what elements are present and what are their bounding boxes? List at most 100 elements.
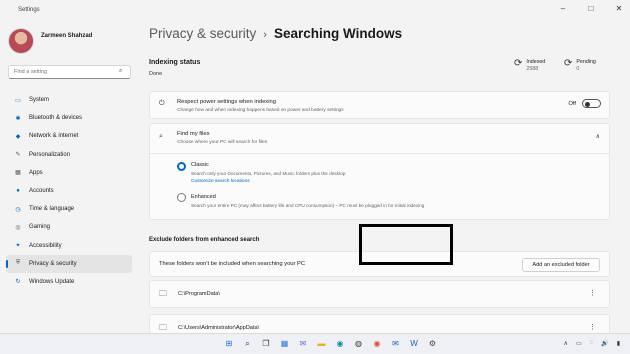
taskbar: ⊞ ⌕ ❐ ▦ ✉ ▬ ◉ ◍ ◉ ✉ W ⚙ ∧ ▭ ◌ 🔊 ▮ <box>0 333 630 354</box>
system-tray: ∧ ▭ ◌ 🔊 ▮ <box>564 340 620 347</box>
taskbar-icons: ⊞ ⌕ ❐ ▦ ✉ ▬ ◉ ◍ ◉ ✉ W ⚙ <box>222 337 440 351</box>
display-icon[interactable]: ▭ <box>576 340 582 347</box>
chevron-up-icon[interactable]: ∧ <box>596 133 600 140</box>
app-title: Settings <box>18 7 40 13</box>
sidebar-item-label: Windows Update <box>29 278 75 285</box>
profile-name: Zarmeen Shahzad <box>41 33 93 39</box>
find-my-files-title: Find my files <box>177 131 210 137</box>
accessibility-icon: ✦ <box>15 243 21 250</box>
window-controls: – □ ✕ <box>558 4 624 14</box>
sidebar-item-label: Network & internet <box>29 133 79 140</box>
pending-value: 0 <box>576 66 580 72</box>
user-profile[interactable]: Zarmeen Shahzad <box>8 28 92 54</box>
highlight-box <box>359 224 453 265</box>
indexing-status-title: Indexing status <box>149 59 201 66</box>
monitor-icon: ▭ <box>15 97 21 104</box>
sidebar-item-gaming[interactable]: ◎ Gaming <box>6 218 132 236</box>
sidebar-item-personalization[interactable]: ✎ Personalization <box>6 146 132 164</box>
sidebar-nav: ▭ System ✱ Bluetooth & devices ◆ Network… <box>6 91 132 291</box>
sidebar-item-label: Apps <box>29 169 43 176</box>
sidebar-item-system[interactable]: ▭ System <box>6 91 132 109</box>
more-options-icon[interactable]: ⋮ <box>589 289 596 297</box>
search-icon[interactable]: ⌕ <box>119 68 122 75</box>
enhanced-radio[interactable] <box>177 193 186 202</box>
settings-icon[interactable]: ⚙ <box>426 337 440 351</box>
toggle-state-label: Off <box>568 101 576 107</box>
settings-window: Settings – □ ✕ Zarmeen Shahzad ⌕ ▭ Syste… <box>0 0 630 342</box>
sidebar-item-network[interactable]: ◆ Network & internet <box>6 127 132 145</box>
sidebar-item-bluetooth[interactable]: ✱ Bluetooth & devices <box>6 109 132 127</box>
breadcrumb-separator: › <box>263 29 267 41</box>
avatar <box>8 28 34 54</box>
edge-icon[interactable]: ◉ <box>333 337 347 351</box>
minimize-icon[interactable]: – <box>558 4 568 14</box>
add-excluded-folder-button[interactable]: Add an excluded folder <box>522 258 600 272</box>
sidebar: Zarmeen Shahzad ⌕ ▭ System ✱ Bluetooth &… <box>0 20 138 333</box>
battery-icon[interactable]: ▮ <box>617 340 620 347</box>
brush-icon: ✎ <box>15 152 21 159</box>
power-icon: ⏻ <box>159 100 165 107</box>
wifi-icon[interactable]: ◌ <box>590 340 594 347</box>
widgets-icon[interactable]: ▦ <box>278 337 292 351</box>
page-title: Searching Windows <box>273 26 403 41</box>
power-settings-card: ⏻ Respect power settings when indexing C… <box>149 91 610 119</box>
power-settings-toggle[interactable] <box>582 99 601 108</box>
sidebar-item-apps[interactable]: ▦ Apps <box>6 164 132 182</box>
classic-radio[interactable] <box>177 162 186 171</box>
clock-globe-icon: ◷ <box>15 206 21 213</box>
breadcrumb-parent[interactable]: Privacy & security <box>149 26 256 41</box>
find-my-files-subtitle: Choose where your PC will search for fil… <box>177 140 268 145</box>
sidebar-item-label: Gaming <box>29 224 51 231</box>
customize-search-locations-link[interactable]: Customize search locations <box>191 179 250 184</box>
store-icon[interactable]: ◍ <box>352 337 366 351</box>
folder-icon: 🗀 <box>159 289 167 298</box>
sidebar-item-time-language[interactable]: ◷ Time & language <box>6 200 132 218</box>
toggle-knob <box>585 101 590 107</box>
close-icon[interactable]: ✕ <box>614 4 624 14</box>
sidebar-item-windows-update[interactable]: ↻ Windows Update <box>6 273 132 291</box>
update-icon: ↻ <box>15 279 21 286</box>
indexed-value: 2588 <box>526 66 539 72</box>
sidebar-item-label: Accessibility <box>29 242 62 249</box>
indexed-stat: ⟳ Indexed 2588 <box>514 59 545 73</box>
search-icon[interactable]: ⌕ <box>241 337 255 351</box>
show-hidden-icons-icon[interactable]: ∧ <box>564 340 568 347</box>
sidebar-item-label: System <box>29 97 50 104</box>
search-input[interactable] <box>8 65 131 79</box>
apps-icon: ▦ <box>15 170 21 177</box>
shield-icon: ⛨ <box>15 260 21 267</box>
title-bar: Settings – □ ✕ <box>0 0 630 20</box>
power-settings-title: Respect power settings when indexing <box>177 99 276 105</box>
bluetooth-icon: ✱ <box>15 115 21 122</box>
gamepad-icon: ◎ <box>15 224 21 231</box>
sidebar-item-privacy-security[interactable]: ⛨ Privacy & security <box>6 254 132 273</box>
sidebar-item-label: Time & language <box>29 206 75 213</box>
pending-label: Pending <box>576 59 596 65</box>
more-options-icon[interactable]: ⋮ <box>589 323 596 331</box>
indexing-status-value: Done <box>149 71 163 77</box>
start-icon[interactable]: ⊞ <box>222 337 236 351</box>
divider <box>150 153 609 154</box>
folder-path: C:\Users\Administrator\AppData\ <box>178 325 260 331</box>
maximize-icon[interactable]: □ <box>586 4 596 14</box>
volume-icon[interactable]: 🔊 <box>601 340 608 347</box>
sidebar-item-label: Privacy & security <box>29 260 77 267</box>
power-settings-subtitle: Change how and when indexing happens bas… <box>177 108 344 113</box>
find-my-files-card: ⌕ Find my files Choose where your PC wil… <box>149 123 610 220</box>
sidebar-item-accounts[interactable]: ● Accounts <box>6 182 132 200</box>
sidebar-item-label: Accounts <box>29 188 54 195</box>
person-icon: ● <box>16 188 20 195</box>
word-icon[interactable]: W <box>407 337 421 351</box>
file-explorer-icon[interactable]: ▬ <box>315 337 329 351</box>
chat-icon[interactable]: ✉ <box>296 337 310 351</box>
sidebar-item-accessibility[interactable]: ✦ Accessibility <box>6 237 132 255</box>
pending-icon: ⟳ <box>564 58 573 69</box>
chrome-icon[interactable]: ◉ <box>370 337 384 351</box>
exclude-section-heading: Exclude folders from enhanced search <box>149 237 260 243</box>
search-files-icon: ⌕ <box>159 133 163 140</box>
breadcrumb: Privacy & security › Searching Windows <box>149 26 402 41</box>
indexed-label: Indexed <box>526 59 546 65</box>
sidebar-item-label: Personalization <box>29 151 71 158</box>
mail-icon[interactable]: ✉ <box>389 337 403 351</box>
task-view-icon[interactable]: ❐ <box>259 337 273 351</box>
